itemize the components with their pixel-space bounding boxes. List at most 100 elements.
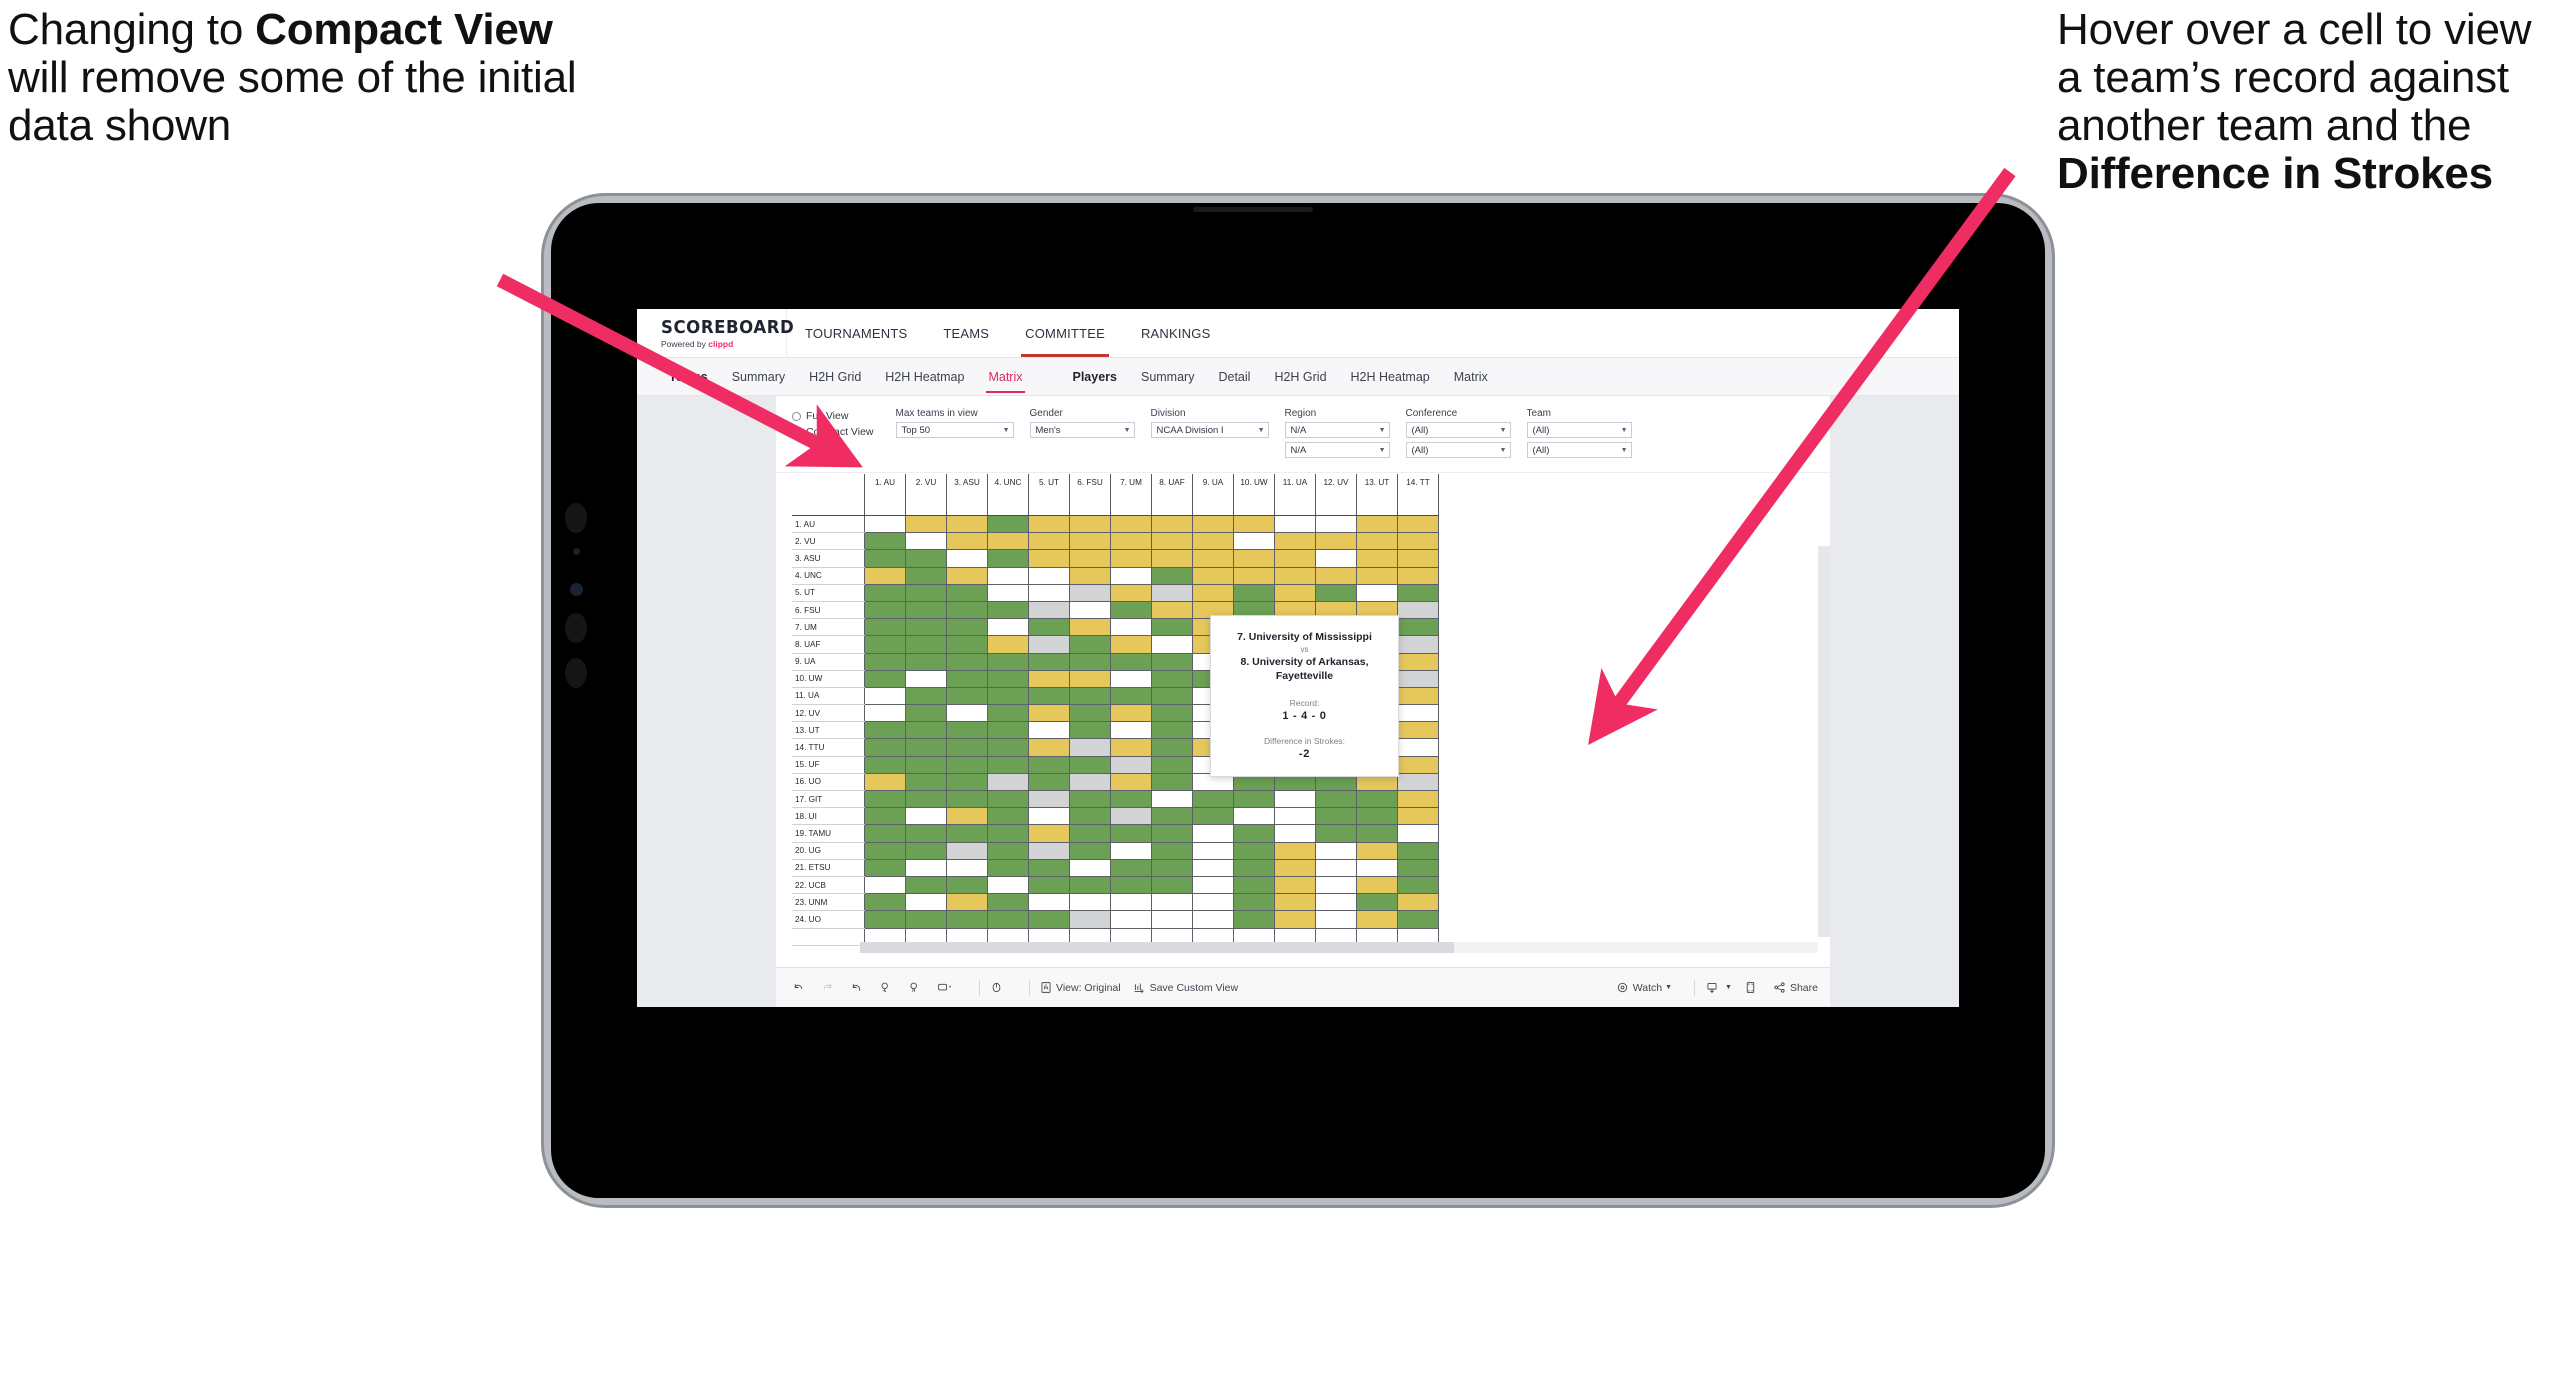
matrix-cell[interactable] (1356, 910, 1398, 929)
matrix-cell[interactable] (905, 514, 947, 534)
matrix-cell[interactable] (1356, 824, 1398, 843)
matrix-cell[interactable] (1397, 858, 1439, 877)
matrix-horizontal-scrollbar[interactable] (860, 942, 1818, 953)
pause-auto-update-button[interactable] (908, 981, 925, 994)
radio-full-view[interactable]: Full View (792, 410, 874, 422)
matrix-cell[interactable] (1151, 635, 1193, 654)
matrix-cell[interactable] (1028, 772, 1070, 792)
matrix-cell[interactable] (1274, 549, 1316, 568)
matrix-cell[interactable] (1233, 824, 1275, 843)
matrix-cell[interactable] (987, 635, 1029, 654)
matrix-cell[interactable] (946, 686, 988, 706)
matrix-cell[interactable] (864, 566, 906, 585)
matrix-cell[interactable] (987, 704, 1029, 723)
matrix-cell[interactable] (1233, 910, 1275, 929)
pause-button[interactable] (990, 981, 1007, 994)
matrix-cell[interactable] (1069, 600, 1111, 620)
device-layout-button[interactable] (937, 981, 957, 994)
matrix-cell[interactable] (1028, 841, 1070, 860)
matrix-cell[interactable] (1397, 669, 1439, 688)
matrix-cell[interactable] (1397, 893, 1439, 912)
matrix-cell[interactable] (905, 807, 947, 826)
matrix-cell[interactable] (864, 858, 906, 877)
nav-tab-rankings[interactable]: RANKINGS (1123, 309, 1229, 357)
matrix-cell[interactable] (905, 618, 947, 637)
matrix-cell[interactable] (1315, 532, 1357, 551)
matrix-cell[interactable] (1069, 893, 1111, 912)
matrix-cell[interactable] (946, 789, 988, 809)
matrix-cell[interactable] (1192, 910, 1234, 929)
matrix-cell[interactable] (1028, 514, 1070, 534)
matrix-cell[interactable] (946, 875, 988, 895)
matrix-cell[interactable] (1069, 841, 1111, 860)
matrix-cell[interactable] (1315, 514, 1357, 534)
matrix-cell[interactable] (1110, 755, 1152, 774)
matrix-cell[interactable] (1028, 686, 1070, 706)
matrix-cell[interactable] (946, 738, 988, 757)
matrix-cell[interactable] (1192, 549, 1234, 568)
matrix-cell[interactable] (1274, 875, 1316, 895)
matrix-cell[interactable] (1028, 721, 1070, 740)
matrix-cell[interactable] (946, 841, 988, 860)
filter-conference-select-2[interactable]: (All) ▼ (1405, 442, 1511, 458)
matrix-cell[interactable] (1233, 841, 1275, 860)
matrix-cell[interactable] (1110, 910, 1152, 929)
matrix-cell[interactable] (1356, 858, 1398, 877)
matrix-cell[interactable] (946, 807, 988, 826)
subnav-players-detail[interactable]: Detail (1206, 370, 1262, 384)
matrix-cell[interactable] (1069, 566, 1111, 585)
matrix-cell[interactable] (1233, 514, 1275, 534)
matrix-cell[interactable] (1233, 789, 1275, 809)
matrix-cell[interactable] (1233, 549, 1275, 568)
matrix-cell[interactable] (987, 618, 1029, 637)
matrix-cell[interactable] (946, 549, 988, 568)
subnav-teams-h2h-heatmap[interactable]: H2H Heatmap (873, 370, 976, 384)
matrix-cell[interactable] (1110, 738, 1152, 757)
matrix-cell[interactable] (1192, 566, 1234, 585)
matrix-cell[interactable] (1356, 893, 1398, 912)
matrix-cell[interactable] (1356, 532, 1398, 551)
matrix-cell[interactable] (1028, 618, 1070, 637)
matrix-cell[interactable] (987, 789, 1029, 809)
matrix-cell[interactable] (1151, 789, 1193, 809)
matrix-cell[interactable] (1397, 583, 1439, 602)
matrix-cell[interactable] (1397, 807, 1439, 826)
filter-region-select-2[interactable]: N/A ▼ (1284, 442, 1390, 458)
matrix-cell[interactable] (1110, 789, 1152, 809)
matrix-cell[interactable] (1315, 566, 1357, 585)
matrix-cell[interactable] (1110, 824, 1152, 843)
matrix-cell[interactable] (1110, 532, 1152, 551)
matrix-cell[interactable] (905, 583, 947, 602)
matrix-cell[interactable] (1151, 738, 1193, 757)
matrix-cell[interactable] (1110, 618, 1152, 637)
matrix-cell[interactable] (946, 635, 988, 654)
matrix-cell[interactable] (905, 858, 947, 877)
matrix-cell[interactable] (1397, 600, 1439, 620)
brand-logo[interactable]: SCOREBOARD Powered by clippd (637, 309, 794, 357)
matrix-cell[interactable] (1151, 910, 1193, 929)
matrix-cell[interactable] (1397, 635, 1439, 654)
matrix-cell[interactable] (1069, 704, 1111, 723)
filter-region-select-1[interactable]: N/A ▼ (1284, 422, 1390, 438)
matrix-cell[interactable] (1069, 807, 1111, 826)
matrix-cell[interactable] (864, 755, 906, 774)
matrix-cell[interactable] (1069, 652, 1111, 671)
matrix-cell[interactable] (1110, 669, 1152, 688)
matrix-cell[interactable] (987, 686, 1029, 706)
matrix-cell[interactable] (1151, 721, 1193, 740)
matrix-cell[interactable] (1069, 532, 1111, 551)
matrix-cell[interactable] (1356, 549, 1398, 568)
matrix-cell[interactable] (1315, 583, 1357, 602)
matrix-cell[interactable] (946, 721, 988, 740)
matrix-cell[interactable] (1315, 875, 1357, 895)
matrix-cell[interactable] (864, 875, 906, 895)
matrix-cell[interactable] (987, 772, 1029, 792)
filter-team-select-2[interactable]: (All) ▼ (1526, 442, 1632, 458)
matrix-cell[interactable] (987, 721, 1029, 740)
matrix-cell[interactable] (1110, 514, 1152, 534)
matrix-cell[interactable] (1274, 893, 1316, 912)
matrix-cell[interactable] (905, 652, 947, 671)
matrix-cell[interactable] (1356, 807, 1398, 826)
matrix-cell[interactable] (987, 549, 1029, 568)
matrix-cell[interactable] (987, 583, 1029, 602)
